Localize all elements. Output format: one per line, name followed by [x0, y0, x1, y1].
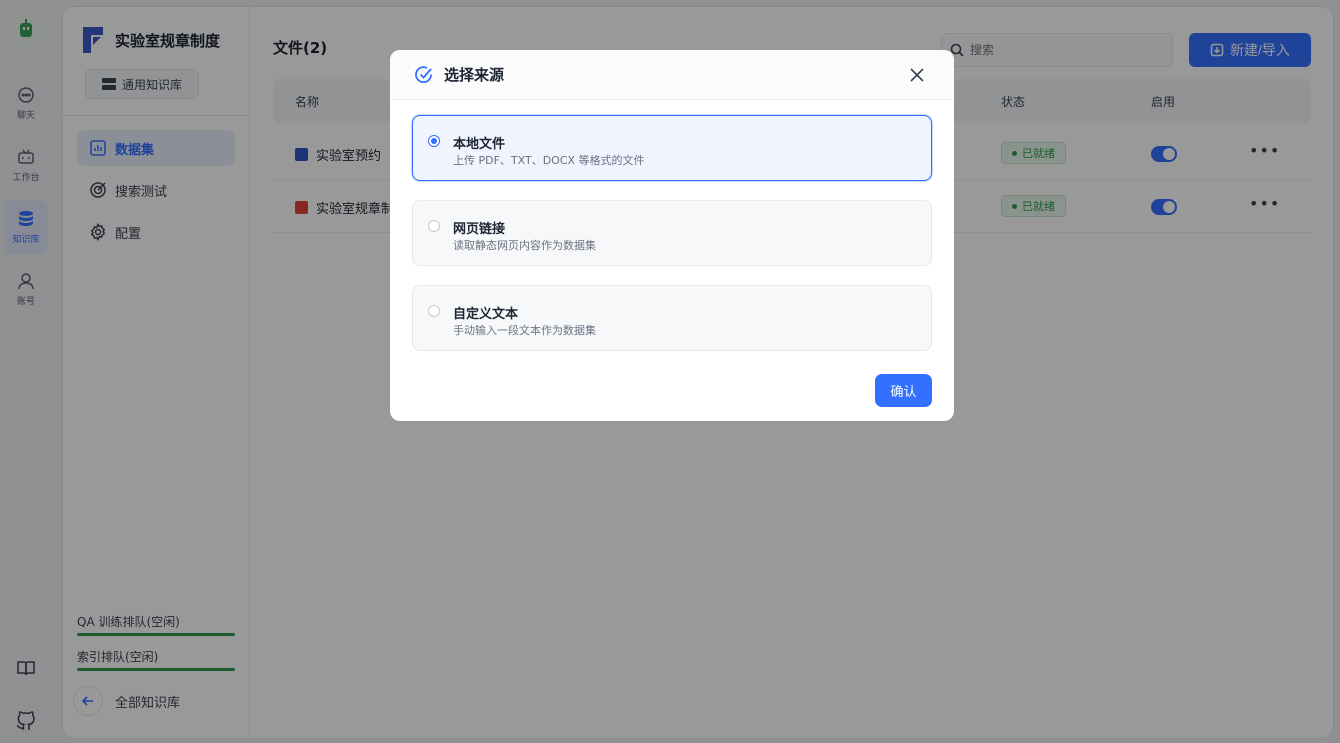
source-option-web-link[interactable]: 网页链接 读取静态网页内容作为数据集 — [412, 200, 932, 266]
close-icon[interactable] — [908, 66, 926, 84]
option-description: 读取静态网页内容作为数据集 — [453, 239, 596, 252]
source-option-custom-text[interactable]: 自定义文本 手动输入一段文本作为数据集 — [412, 285, 932, 351]
option-title: 自定义文本 — [453, 307, 519, 322]
modal-header: 选择来源 — [390, 50, 954, 100]
radio-button[interactable] — [428, 220, 440, 232]
check-circle-icon — [415, 65, 432, 83]
option-title: 网页链接 — [453, 222, 506, 237]
option-title: 本地文件 — [453, 137, 506, 152]
radio-button[interactable] — [428, 135, 440, 147]
radio-button[interactable] — [428, 305, 440, 317]
confirm-button[interactable]: 确认 — [875, 374, 932, 407]
app-root: 聊天 工作台 知识库 账号 实验室规章制度 通用知识库 数据集 搜索测试 配置 … — [0, 0, 1340, 743]
option-description: 上传 PDF、TXT、DOCX 等格式的文件 — [453, 154, 645, 167]
select-source-modal: 选择来源 本地文件 上传 PDF、TXT、DOCX 等格式的文件 网页链接 读取… — [390, 50, 954, 421]
modal-title: 选择来源 — [444, 66, 505, 84]
option-description: 手动输入一段文本作为数据集 — [453, 324, 596, 337]
source-option-local-file[interactable]: 本地文件 上传 PDF、TXT、DOCX 等格式的文件 — [412, 115, 932, 181]
